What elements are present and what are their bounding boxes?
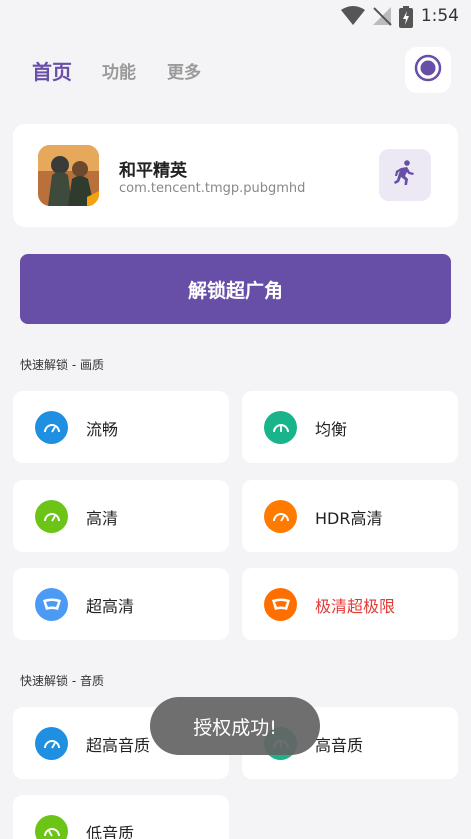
option-label: 超高音质 xyxy=(86,736,151,755)
gauge-icon xyxy=(35,727,68,760)
quality-option-smooth[interactable]: 流畅 xyxy=(13,391,229,463)
unlock-wide-angle-button[interactable]: 解锁超广角 xyxy=(20,254,451,324)
status-time: 1:54 xyxy=(420,6,459,26)
option-label: 高清 xyxy=(86,509,119,528)
battery-charging-icon xyxy=(399,6,413,32)
record-button[interactable] xyxy=(405,47,451,93)
wifi-icon xyxy=(341,6,365,30)
quality-option-extreme[interactable]: 极清超极限 xyxy=(242,568,458,640)
wide-screen-icon xyxy=(35,588,68,621)
quality-option-ultra-hd[interactable]: 超高清 xyxy=(13,568,229,640)
app-name: 和平精英 xyxy=(119,161,187,181)
tab-functions[interactable]: 功能 xyxy=(102,58,136,83)
tab-more[interactable]: 更多 xyxy=(167,58,201,83)
tab-home[interactable]: 首页 xyxy=(32,56,72,85)
no-signal-icon xyxy=(371,6,393,30)
quality-option-hdr[interactable]: HDR高清 xyxy=(242,480,458,552)
wide-screen-icon xyxy=(264,588,297,621)
option-label: 高音质 xyxy=(315,736,364,755)
option-label: 超高清 xyxy=(86,597,135,616)
option-label: 极清超极限 xyxy=(315,597,396,616)
option-label: 均衡 xyxy=(315,420,348,439)
audio-option-low[interactable]: 低音质 xyxy=(13,795,229,839)
toast-message: 授权成功! xyxy=(150,697,320,755)
quality-option-balanced[interactable]: 均衡 xyxy=(242,391,458,463)
record-icon xyxy=(414,54,442,86)
running-person-icon xyxy=(393,160,417,190)
app-package: com.tencent.tmgp.pubgmhd xyxy=(119,181,306,196)
quality-option-hd[interactable]: 高清 xyxy=(13,480,229,552)
app-card[interactable]: 和平精英 com.tencent.tmgp.pubgmhd xyxy=(13,124,458,227)
option-label: 低音质 xyxy=(86,824,135,839)
launch-game-button[interactable] xyxy=(379,149,431,201)
option-label: 流畅 xyxy=(86,420,119,439)
gauge-icon xyxy=(264,500,297,533)
option-label: HDR高清 xyxy=(315,509,383,528)
audio-section-title: 快速解锁 - 音质 xyxy=(20,674,104,688)
status-bar: 1:54 xyxy=(0,0,471,34)
quality-section-title: 快速解锁 - 画质 xyxy=(20,358,104,372)
top-nav: 首页 功能 更多 xyxy=(0,44,471,98)
app-icon xyxy=(38,145,99,206)
gauge-icon xyxy=(35,815,68,839)
gauge-icon xyxy=(35,500,68,533)
gauge-icon xyxy=(264,411,297,444)
gauge-icon xyxy=(35,411,68,444)
